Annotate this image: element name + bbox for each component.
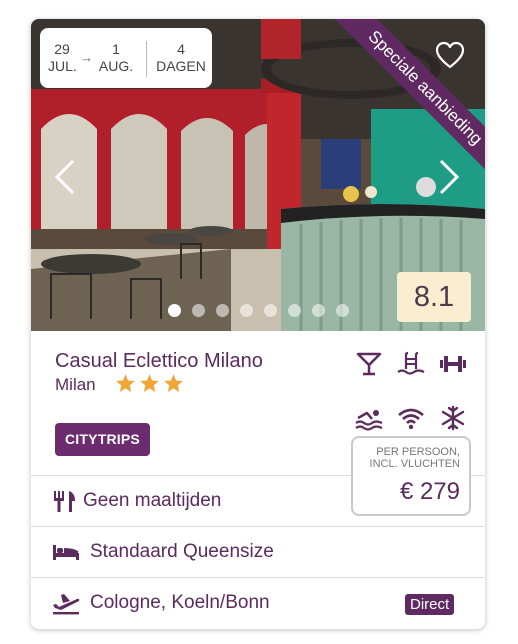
- price-box[interactable]: PER PERSOON, INCL. VLUCHTEN € 279: [351, 436, 471, 516]
- carousel-dot[interactable]: [264, 304, 277, 317]
- start-day: 29: [54, 41, 70, 57]
- trip-duration: 4 DAGEN: [153, 41, 209, 75]
- favorite-heart-icon[interactable]: [435, 41, 465, 69]
- star-icon: [164, 374, 183, 392]
- end-date: 1 AUG.: [94, 41, 138, 75]
- carousel-dot[interactable]: [312, 304, 325, 317]
- swimming-icon: [355, 410, 383, 431]
- departure-airport: Cologne, Koeln/Bonn: [90, 592, 270, 613]
- room-row: Standaard Queensize: [31, 526, 485, 576]
- facility-icons: [353, 349, 473, 435]
- price-label-1: PER PERSOON,: [376, 446, 460, 458]
- date-divider: [146, 41, 147, 77]
- star-rating: [115, 373, 184, 394]
- rating-badge: 8.1: [397, 272, 471, 322]
- start-month: JUL.: [48, 58, 77, 74]
- previous-photo-icon[interactable]: [53, 157, 77, 197]
- pool-icon: [397, 351, 425, 375]
- arrow-right-icon: →: [80, 50, 93, 65]
- carousel-dot[interactable]: [168, 304, 181, 317]
- star-icon: [140, 374, 159, 392]
- plane-departure-icon: [53, 594, 80, 615]
- carousel-dot[interactable]: [240, 304, 253, 317]
- carousel-dot[interactable]: [336, 304, 349, 317]
- carousel-dot[interactable]: [192, 304, 205, 317]
- air-conditioning-icon: [441, 405, 465, 431]
- duration-number: 4: [177, 41, 185, 57]
- cutlery-icon: [54, 491, 75, 512]
- hotel-city: Milan: [55, 375, 96, 394]
- price-value: € 279: [399, 478, 460, 505]
- next-photo-icon[interactable]: [437, 157, 461, 197]
- start-date: 29 JUL.: [48, 41, 77, 75]
- carousel-dots: [168, 304, 349, 317]
- direct-flight-badge: Direct: [405, 594, 455, 615]
- hotel-name[interactable]: Casual Eclettico Milano: [55, 350, 263, 373]
- hotel-photo[interactable]: 29 JUL. → 1 AUG. 4 DAGEN Speciale aanbie…: [31, 19, 485, 331]
- duration-unit: DAGEN: [156, 58, 206, 74]
- end-day: 1: [112, 41, 120, 57]
- wifi-icon: [398, 408, 424, 430]
- flight-row: Cologne, Koeln/Bonn Direct: [31, 577, 485, 627]
- category-tag[interactable]: CITYTRIPS: [55, 423, 150, 456]
- carousel-dot[interactable]: [216, 304, 229, 317]
- cocktail-bar-icon: [356, 352, 382, 376]
- bed-icon: [53, 545, 79, 560]
- travel-dates[interactable]: 29 JUL. → 1 AUG. 4 DAGEN: [40, 28, 212, 88]
- price-label-2: INCL. VLUCHTEN: [369, 458, 460, 470]
- gym-icon: [440, 356, 466, 372]
- meal-label: Geen maaltijden: [83, 490, 222, 511]
- carousel-dot[interactable]: [288, 304, 301, 317]
- star-icon: [116, 374, 135, 392]
- hotel-card[interactable]: 29 JUL. → 1 AUG. 4 DAGEN Speciale aanbie…: [31, 19, 485, 629]
- room-label: Standaard Queensize: [90, 541, 274, 562]
- end-month: AUG.: [98, 58, 134, 74]
